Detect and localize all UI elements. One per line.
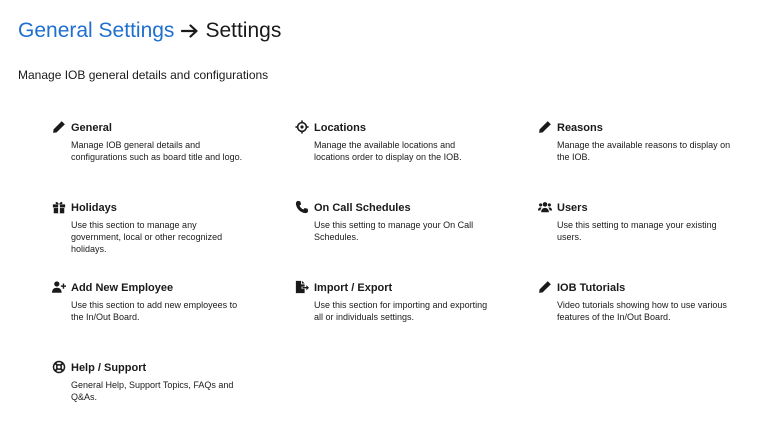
settings-card-reasons[interactable]: Reasons Manage the available reasons to … xyxy=(538,118,752,198)
card-title: General xyxy=(71,122,112,134)
settings-page: General Settings Settings Manage IOB gen… xyxy=(0,0,768,424)
card-title: IOB Tutorials xyxy=(557,282,626,294)
card-description: Video tutorials showing how to use vario… xyxy=(557,300,727,322)
gift-icon xyxy=(52,199,71,215)
card-description: General Help, Support Topics, FAQs and Q… xyxy=(71,380,234,402)
users-icon xyxy=(538,199,557,215)
page-title: Settings xyxy=(205,19,282,42)
breadcrumb-general-settings-link[interactable]: General Settings xyxy=(18,19,174,43)
card-description: Manage the available reasons to display … xyxy=(557,140,731,162)
settings-card-iob-tutorials[interactable]: IOB Tutorials Video tutorials showing ho… xyxy=(538,278,752,358)
card-title: Help / Support xyxy=(71,362,147,374)
card-description: Use this setting to manage your On Call … xyxy=(314,220,474,242)
card-description: Use this setting to manage your existing… xyxy=(557,220,717,242)
settings-card-on-call-schedules[interactable]: On Call Schedules Use this setting to ma… xyxy=(295,198,538,278)
card-description: Use this section for importing and expor… xyxy=(314,300,488,322)
settings-card-users[interactable]: Users Use this setting to manage your ex… xyxy=(538,198,752,278)
card-title: Holidays xyxy=(71,202,117,214)
pencil-icon xyxy=(538,119,557,135)
crosshairs-icon xyxy=(295,119,314,135)
file-export-icon xyxy=(295,279,314,295)
phone-icon xyxy=(295,199,314,215)
life-ring-icon xyxy=(52,359,71,375)
card-description: Use this section to add new employees to… xyxy=(71,300,238,322)
card-description: Manage the available locations and locat… xyxy=(314,140,462,162)
card-title: Users xyxy=(557,202,588,214)
settings-card-import-export[interactable]: Import / Export Use this section for imp… xyxy=(295,278,538,358)
card-title: Locations xyxy=(314,122,366,134)
settings-card-general[interactable]: General Manage IOB general details and c… xyxy=(52,118,295,198)
page-subtitle: Manage IOB general details and configura… xyxy=(18,68,269,82)
user-plus-icon xyxy=(52,279,71,295)
settings-card-help-support[interactable]: Help / Support General Help, Support Top… xyxy=(52,358,295,424)
breadcrumb: General Settings Settings xyxy=(18,16,750,46)
card-title: Reasons xyxy=(557,122,603,134)
settings-card-holidays[interactable]: Holidays Use this section to manage any … xyxy=(52,198,295,278)
card-description: Use this section to manage any governmen… xyxy=(71,220,223,254)
arrow-right-icon xyxy=(181,24,199,38)
settings-grid: General Manage IOB general details and c… xyxy=(52,118,752,424)
card-title: Import / Export xyxy=(314,282,393,294)
pencil-icon xyxy=(538,279,557,295)
card-title: On Call Schedules xyxy=(314,202,411,214)
settings-card-add-new-employee[interactable]: Add New Employee Use this section to add… xyxy=(52,278,295,358)
card-title: Add New Employee xyxy=(71,282,174,294)
pencil-icon xyxy=(52,119,71,135)
settings-card-locations[interactable]: Locations Manage the available locations… xyxy=(295,118,538,198)
card-description: Manage IOB general details and configura… xyxy=(71,140,243,162)
